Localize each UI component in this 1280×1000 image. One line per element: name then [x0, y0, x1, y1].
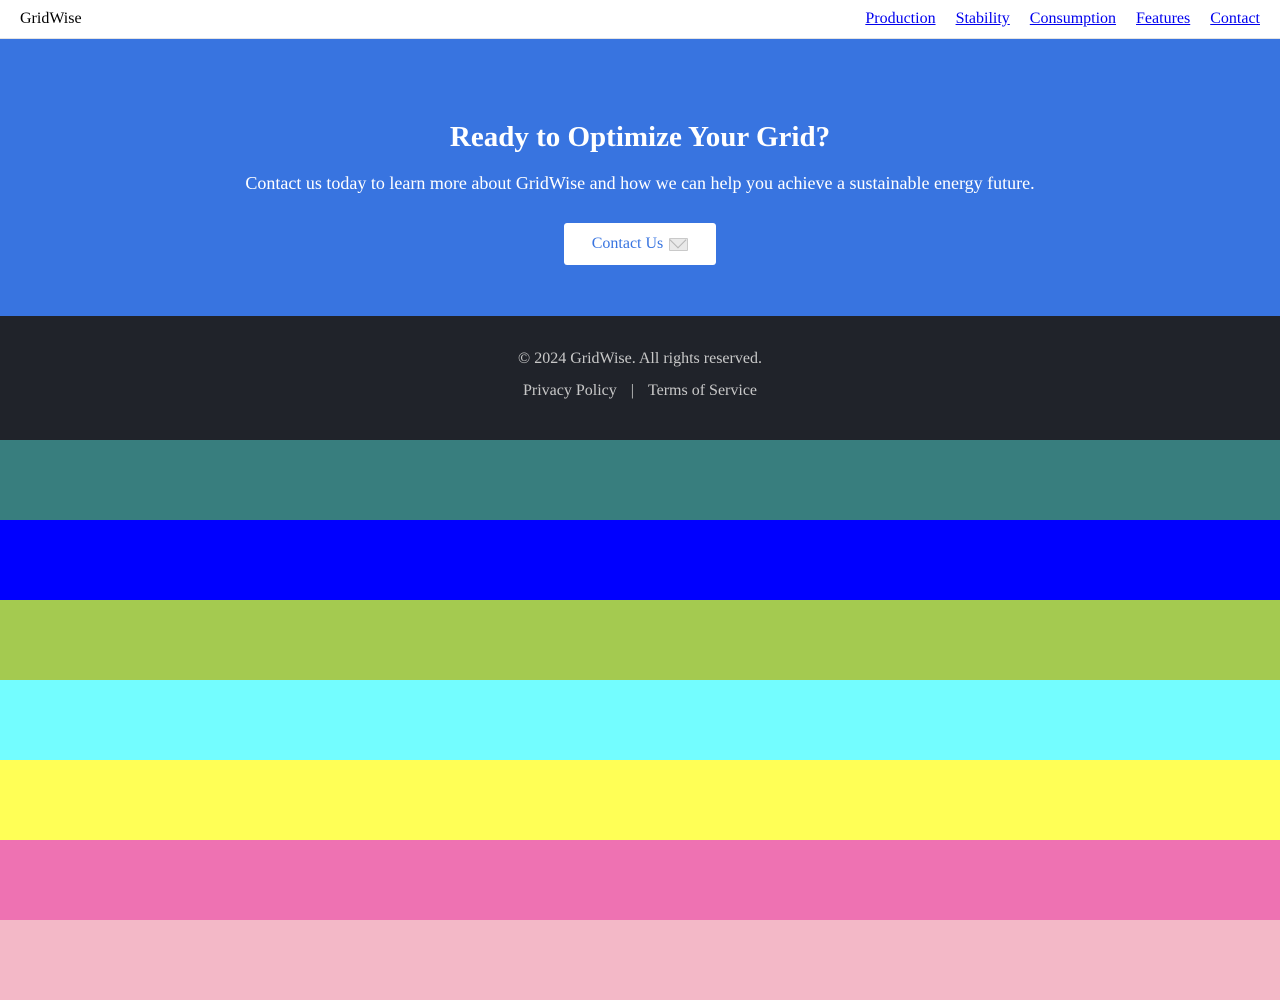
color-band-green — [0, 600, 1280, 680]
color-band-stack — [0, 440, 1280, 1000]
color-band-cyan — [0, 680, 1280, 760]
footer: © 2024 GridWise. All rights reserved. Pr… — [0, 316, 1280, 440]
nav-link-contact[interactable]: Contact — [1210, 10, 1260, 28]
color-band-pink — [0, 840, 1280, 920]
color-band-yellow — [0, 760, 1280, 840]
nav-link-consumption[interactable]: Consumption — [1030, 10, 1116, 28]
terms-of-service-link[interactable]: Terms of Service — [648, 382, 757, 400]
cta-heading: Ready to Optimize Your Grid? — [449, 121, 831, 153]
top-navigation: GridWise Production Stability Consumptio… — [0, 0, 1280, 39]
color-band-teal — [0, 440, 1280, 520]
footer-links: Privacy Policy | Terms of Service — [523, 382, 757, 400]
footer-copyright: © 2024 GridWise. All rights reserved. — [518, 350, 762, 367]
nav-links: Production Stability Consumption Feature… — [865, 10, 1260, 28]
cta-section: Ready to Optimize Your Grid? Contact us … — [0, 39, 1280, 316]
footer-separator: | — [630, 382, 634, 399]
privacy-policy-link[interactable]: Privacy Policy — [523, 382, 617, 400]
brand-logo-text[interactable]: GridWise — [20, 10, 82, 28]
cta-description: Contact us today to learn more about Gri… — [245, 173, 1035, 193]
color-band-blue — [0, 520, 1280, 600]
envelope-icon — [669, 237, 689, 251]
nav-link-production[interactable]: Production — [865, 10, 935, 28]
contact-us-button[interactable]: Contact Us — [564, 223, 716, 265]
nav-link-features[interactable]: Features — [1136, 10, 1190, 28]
color-band-light-pink — [0, 920, 1280, 1000]
contact-us-button-label: Contact Us — [591, 235, 664, 252]
nav-link-stability[interactable]: Stability — [956, 10, 1010, 28]
